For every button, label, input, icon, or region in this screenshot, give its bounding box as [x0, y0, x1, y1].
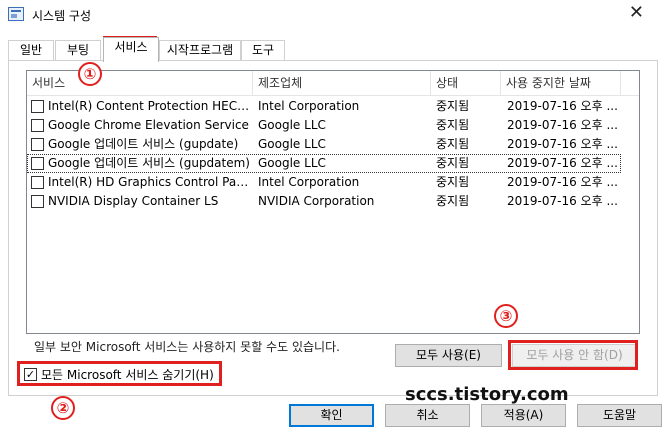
service-name: Google 업데이트 서비스 (gupdate): [48, 137, 239, 151]
annotation-step-1: ①: [78, 62, 102, 86]
service-status: 중지됨: [436, 99, 470, 113]
service-date: 2019-07-16 오후 ...: [507, 175, 618, 189]
watermark-text: sccs.tistory.com: [405, 384, 569, 405]
column-header-disabled-date[interactable]: 사용 중지한 날짜: [501, 71, 621, 96]
service-status: 중지됨: [436, 175, 470, 189]
service-name: Intel(R) HD Graphics Control Panel ...: [48, 175, 252, 189]
service-manufacturer: Intel Corporation: [258, 99, 360, 113]
tab-tools[interactable]: 도구: [241, 40, 285, 61]
service-checkbox[interactable]: [31, 138, 44, 151]
list-header: 서비스 제조업체 상태 사용 중지한 날짜: [27, 71, 639, 96]
apply-button[interactable]: 적용(A): [481, 404, 566, 427]
security-services-note: 일부 보안 Microsoft 서비스는 사용하지 못할 수도 있습니다.: [34, 340, 340, 354]
tab-services[interactable]: 서비스: [103, 37, 159, 62]
service-row-selected[interactable]: Google 업데이트 서비스 (gupdatem) Google LLC 중지…: [27, 154, 621, 173]
annotation-step-3: ③: [494, 304, 518, 328]
tab-general[interactable]: 일반: [8, 40, 54, 61]
service-checkbox[interactable]: [31, 119, 44, 132]
service-row[interactable]: Google Chrome Elevation Service Google L…: [27, 116, 639, 135]
service-name: Intel(R) Content Protection HECI Se...: [48, 99, 252, 113]
service-name: Google 업데이트 서비스 (gupdatem): [48, 156, 250, 170]
service-row[interactable]: Intel(R) HD Graphics Control Panel ... I…: [27, 173, 639, 192]
service-date: 2019-07-16 오후 ...: [507, 99, 618, 113]
enable-all-button[interactable]: 모두 사용(E): [395, 344, 502, 367]
service-name: NVIDIA Display Container LS: [48, 194, 219, 208]
hide-microsoft-label[interactable]: 모든 Microsoft 서비스 숨기기(H): [41, 366, 214, 383]
ok-button[interactable]: 확인: [289, 404, 374, 427]
column-header-status[interactable]: 상태: [431, 71, 501, 96]
hide-microsoft-checkbox[interactable]: ✓: [24, 368, 37, 381]
service-manufacturer: Google LLC: [258, 137, 326, 151]
title-bar: 시스템 구성 ✕: [0, 0, 666, 30]
disable-all-button[interactable]: 모두 사용 안 함(D): [512, 344, 637, 367]
help-button[interactable]: 도움말: [577, 404, 662, 427]
annotation-step-2: ②: [51, 396, 75, 420]
service-status: 중지됨: [436, 194, 470, 208]
window-title: 시스템 구성: [32, 9, 92, 23]
service-status: 중지됨: [436, 118, 470, 132]
system-config-icon: [8, 7, 24, 21]
service-date: 2019-07-16 오후 ...: [507, 156, 618, 170]
service-checkbox[interactable]: [31, 100, 44, 113]
service-manufacturer: Google LLC: [258, 156, 326, 170]
tab-boot[interactable]: 부팅: [55, 40, 101, 61]
service-row[interactable]: Intel(R) Content Protection HECI Se... I…: [27, 97, 639, 116]
cancel-button[interactable]: 취소: [385, 404, 470, 427]
services-list[interactable]: 서비스 제조업체 상태 사용 중지한 날짜 Intel(R) Content P…: [26, 70, 640, 334]
column-header-manufacturer[interactable]: 제조업체: [253, 71, 431, 96]
service-row[interactable]: Google 업데이트 서비스 (gupdate) Google LLC 중지됨…: [27, 135, 639, 154]
tab-startup[interactable]: 시작프로그램: [159, 40, 241, 61]
service-checkbox[interactable]: [31, 157, 44, 170]
service-status: 중지됨: [436, 137, 470, 151]
service-status: 중지됨: [436, 156, 470, 170]
service-name: Google Chrome Elevation Service: [48, 118, 249, 132]
service-checkbox[interactable]: [31, 195, 44, 208]
close-icon[interactable]: ✕: [629, 3, 644, 23]
service-manufacturer: Intel Corporation: [258, 175, 360, 189]
service-manufacturer: Google LLC: [258, 118, 326, 132]
service-manufacturer: NVIDIA Corporation: [258, 194, 375, 208]
service-row[interactable]: NVIDIA Display Container LS NVIDIA Corpo…: [27, 192, 639, 211]
column-header-service[interactable]: 서비스: [27, 71, 253, 96]
service-date: 2019-07-16 오후 ...: [507, 194, 618, 208]
service-date: 2019-07-16 오후 ...: [507, 118, 618, 132]
service-date: 2019-07-16 오후 ...: [507, 137, 618, 151]
service-checkbox[interactable]: [31, 176, 44, 189]
